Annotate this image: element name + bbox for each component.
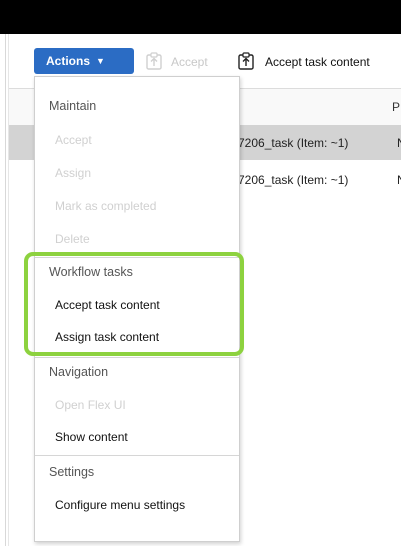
menu-section-maintain: Maintain <box>49 99 97 113</box>
menu-divider <box>35 455 239 456</box>
menu-section-workflow-tasks: Workflow tasks <box>49 265 133 279</box>
actions-dropdown-menu: Maintain Accept Assign Mark as completed… <box>34 76 240 542</box>
grid-header-column[interactable]: P <box>392 100 400 114</box>
menu-item-mark-as-completed[interactable]: Mark as completed <box>55 199 156 213</box>
table-cell-name: 7206_task (Item: ~1) <box>238 136 349 150</box>
table-cell-col2: N <box>397 136 401 150</box>
accept-icon[interactable] <box>145 52 163 70</box>
menu-section-settings: Settings <box>49 465 95 479</box>
accept-button[interactable]: Accept <box>171 55 208 69</box>
menu-item-accept-task-content[interactable]: Accept task content <box>55 298 160 312</box>
menu-item-show-content[interactable]: Show content <box>55 430 128 444</box>
menu-section-navigation: Navigation <box>49 365 109 379</box>
left-edge-divider <box>5 34 6 546</box>
table-cell-col2: N <box>397 173 401 187</box>
table-cell-name: 7206_task (Item: ~1) <box>238 173 349 187</box>
caret-down-icon: ▼ <box>96 56 105 66</box>
actions-button[interactable]: Actions ▼ <box>34 48 134 74</box>
menu-item-assign-task-content[interactable]: Assign task content <box>55 330 159 344</box>
menu-item-assign[interactable]: Assign <box>55 166 91 180</box>
menu-item-open-flex-ui[interactable]: Open Flex UI <box>55 398 126 412</box>
menu-divider <box>35 357 239 358</box>
menu-item-delete[interactable]: Delete <box>55 232 90 246</box>
top-black-bar <box>0 0 401 34</box>
menu-divider <box>35 257 239 258</box>
actions-button-label: Actions <box>46 54 91 68</box>
menu-item-configure-menu-settings[interactable]: Configure menu settings <box>55 498 185 512</box>
menu-item-accept[interactable]: Accept <box>55 133 92 147</box>
accept-task-content-icon[interactable] <box>237 52 255 70</box>
accept-task-content-button[interactable]: Accept task content <box>265 55 370 69</box>
